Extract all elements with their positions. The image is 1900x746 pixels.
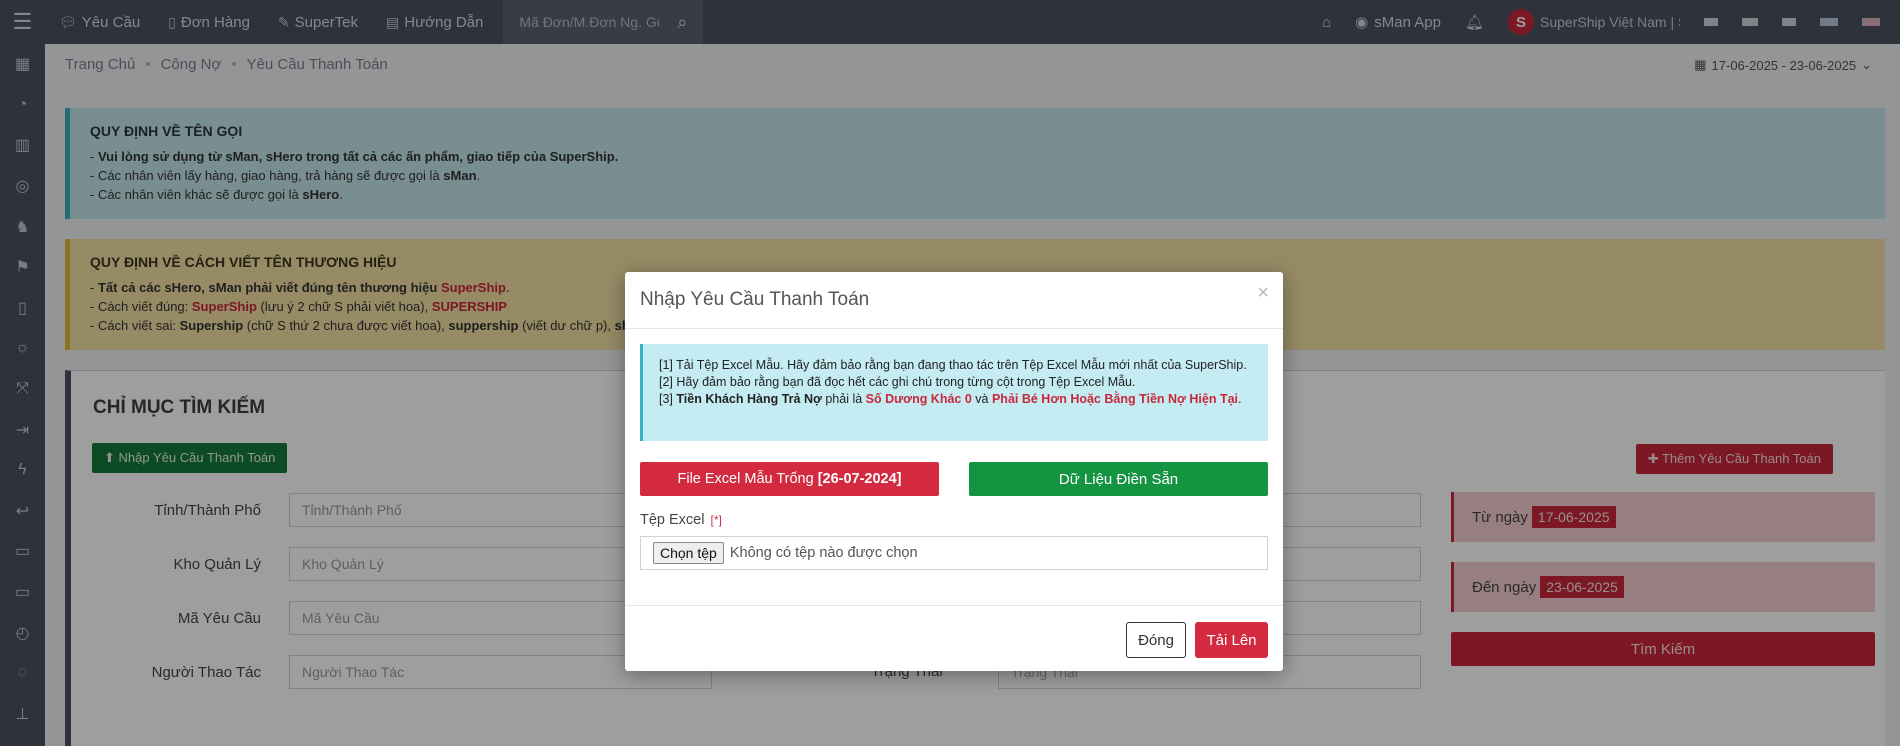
- modal-header: Nhập Yêu Cầu Thanh Toán: [625, 272, 1283, 329]
- upload-button[interactable]: Tải Lên: [1195, 622, 1268, 658]
- close-icon[interactable]: ×: [1257, 282, 1269, 305]
- excel-file-input[interactable]: Chọn tệp Không có tệp nào được chọn: [640, 536, 1268, 570]
- modal-title: Nhập Yêu Cầu Thanh Toán: [640, 289, 870, 310]
- excel-file-label: Tệp Excel [*]: [640, 512, 722, 528]
- modal-footer-divider: [625, 605, 1283, 606]
- prefilled-data-button[interactable]: Dữ Liệu Điền Sẵn: [969, 462, 1268, 496]
- instruction-1: [1] Tải Tệp Excel Mẫu. Hãy đảm bảo rằng …: [659, 358, 1247, 372]
- choose-file-button[interactable]: Chọn tệp: [653, 542, 724, 564]
- download-template-button[interactable]: File Excel Mẫu Trống [26-07-2024]: [640, 462, 939, 496]
- required-mark: [*]: [710, 513, 722, 527]
- import-instructions: [1] Tải Tệp Excel Mẫu. Hãy đảm bảo rằng …: [640, 344, 1268, 441]
- instruction-3: [3] Tiền Khách Hàng Trả Nợ phải là Số Dư…: [659, 392, 1242, 406]
- no-file-text: Không có tệp nào được chọn: [729, 545, 918, 561]
- close-button[interactable]: Đóng: [1126, 622, 1186, 658]
- instruction-2: [2] Hãy đảm bảo rằng bạn đã đọc hết các …: [659, 375, 1136, 389]
- import-payment-request-modal: Nhập Yêu Cầu Thanh Toán × [1] Tải Tệp Ex…: [625, 272, 1283, 671]
